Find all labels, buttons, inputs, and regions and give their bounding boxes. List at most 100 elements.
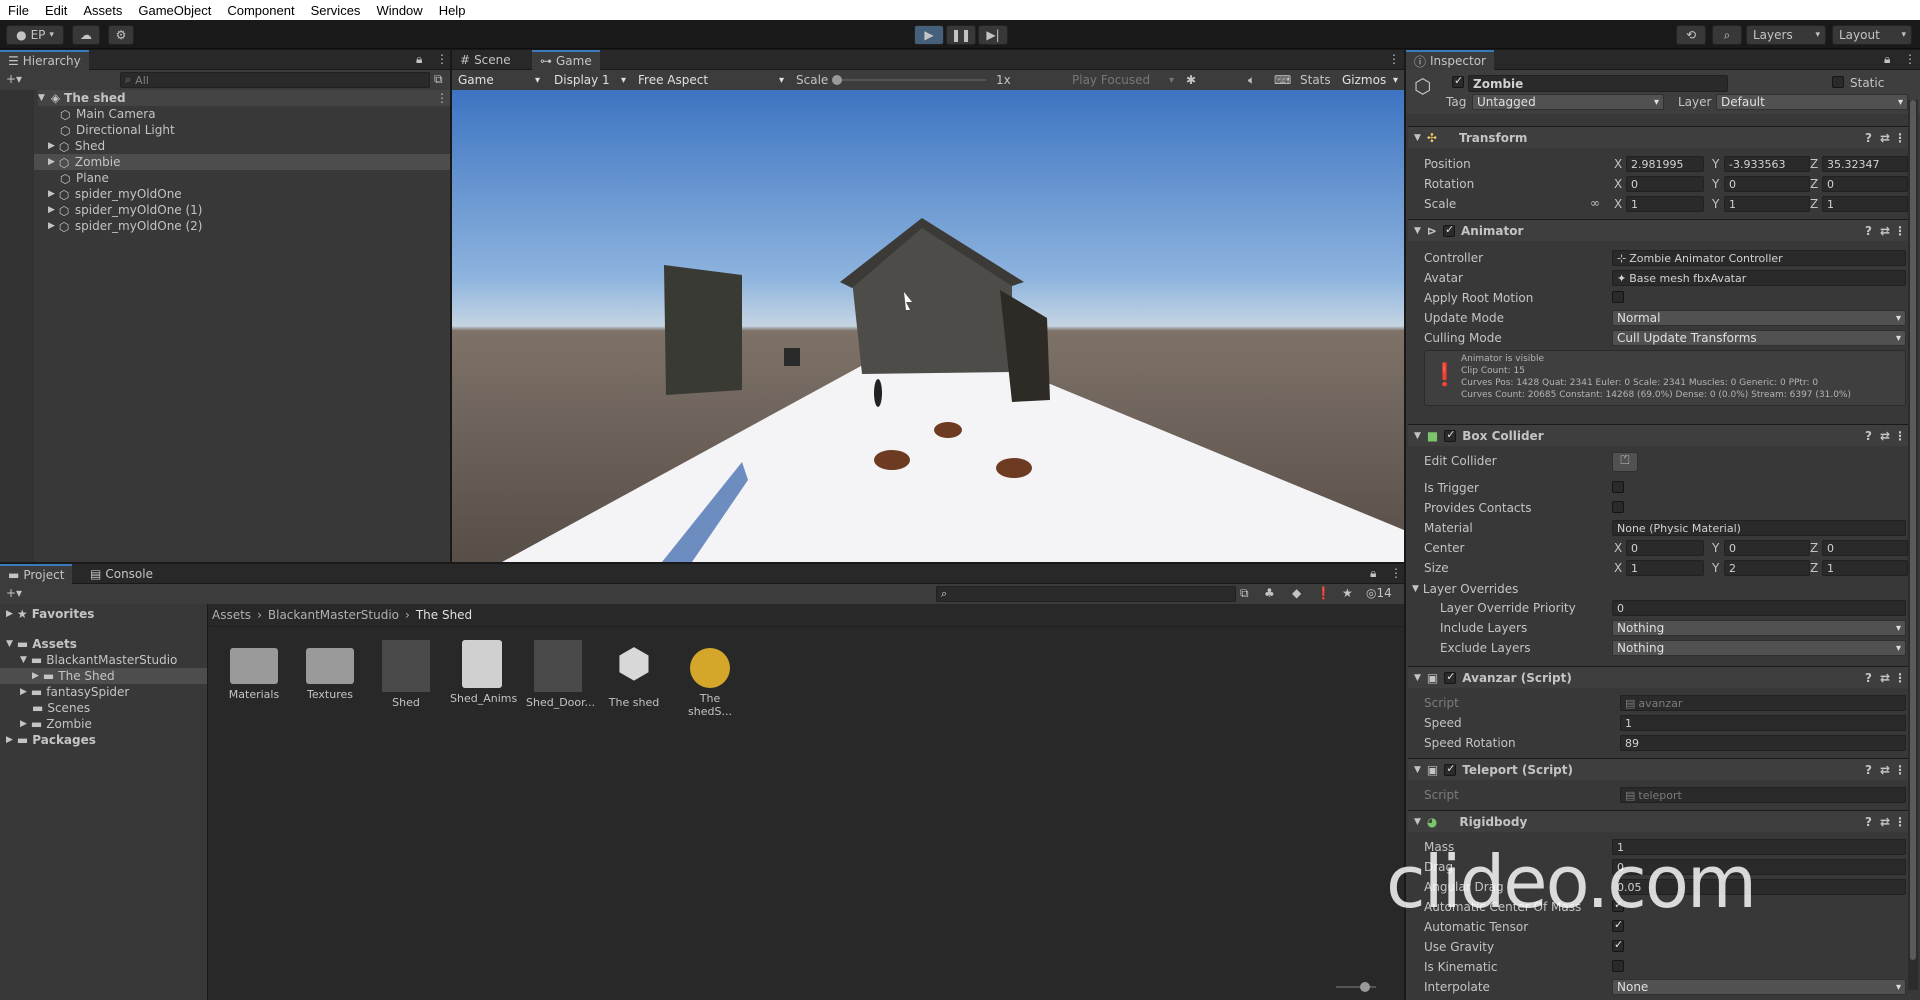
menu-file[interactable]: File — [0, 3, 37, 18]
asset-item[interactable]: Shed — [374, 640, 438, 709]
edit-collider-button[interactable]: ⏍ — [1612, 452, 1638, 472]
history-icon[interactable]: ⟲ — [1676, 25, 1706, 45]
keyboard-icon[interactable]: ⌨ — [1274, 73, 1291, 87]
assets-row[interactable]: ▼ ▬ Assets — [6, 636, 77, 652]
hidden-count[interactable]: ◎14 — [1366, 586, 1392, 600]
more-icon[interactable]: ⋮ — [1894, 671, 1906, 685]
scrollbar-thumb[interactable] — [1910, 100, 1916, 960]
scale-slider-handle[interactable] — [832, 75, 842, 85]
center-z-field[interactable]: 0 — [1822, 540, 1908, 556]
pause-button[interactable]: ❚❚ — [946, 25, 976, 45]
preset-icon[interactable]: ⇄ — [1880, 763, 1890, 777]
tab-project[interactable]: ▬ Project — [0, 564, 73, 584]
label-icon[interactable]: ◆ — [1292, 586, 1301, 600]
help-icon[interactable]: ? — [1865, 224, 1872, 238]
apply-root-motion-checkbox[interactable] — [1612, 291, 1624, 306]
preset-icon[interactable]: ⇄ — [1880, 815, 1890, 829]
component-enabled-toggle[interactable] — [1442, 223, 1455, 237]
avanzar-header[interactable]: ▼▣Avanzar (Script)?⇄⋮ — [1408, 666, 1912, 688]
help-icon[interactable]: ? — [1865, 131, 1872, 145]
component-enabled-toggle[interactable] — [1444, 428, 1457, 442]
packages-row[interactable]: ▶ ▬ Packages — [6, 732, 96, 748]
tree-item[interactable]: ▬ Scenes — [32, 700, 90, 716]
menu-services[interactable]: Services — [303, 3, 369, 18]
menu-window[interactable]: Window — [368, 3, 430, 18]
hierarchy-item[interactable]: ▶ ⬡ spider_myOldOne (2) — [48, 218, 203, 234]
animator-header[interactable]: ▼⊳Animator?⇄⋮ — [1408, 219, 1912, 241]
stats-button[interactable]: Stats — [1300, 73, 1331, 87]
tree-item-selected[interactable]: ▶ ▬ The Shed — [0, 668, 207, 684]
speed-field[interactable]: 1 — [1620, 715, 1906, 731]
play-button[interactable]: ▶ — [914, 25, 944, 45]
breadcrumb-item[interactable]: BlackantMasterStudio — [268, 608, 399, 622]
asset-item[interactable]: ⬢ The shed — [602, 640, 666, 709]
active-toggle[interactable] — [1452, 74, 1464, 91]
priority-field[interactable]: 0 — [1612, 600, 1906, 616]
hierarchy-item[interactable]: ▶ ⬡ spider_myOldOne — [48, 186, 182, 202]
layers-dropdown[interactable]: Layers ▾ — [1746, 25, 1826, 45]
bug-icon[interactable]: ✱ — [1186, 73, 1196, 87]
tab-console[interactable]: ▤ Console — [82, 564, 161, 584]
speed-rotation-field[interactable]: 89 — [1620, 735, 1906, 751]
avatar-field[interactable]: ✦ Base mesh fbxAvatar — [1612, 270, 1906, 286]
rotation-x-field[interactable]: 0 — [1626, 176, 1704, 192]
position-x-field[interactable]: 2.981995 — [1626, 156, 1704, 172]
is-trigger-checkbox[interactable] — [1612, 481, 1624, 496]
hierarchy-search-input[interactable]: ⌕ All — [120, 72, 430, 88]
preset-icon[interactable]: ⇄ — [1880, 131, 1890, 145]
layer-dropdown[interactable]: Default — [1716, 94, 1908, 110]
controller-field[interactable]: ⊹ Zombie Animator Controller — [1612, 250, 1906, 266]
position-y-field[interactable]: -3.933563 — [1724, 156, 1810, 172]
more-icon[interactable]: ⋮ — [436, 52, 448, 66]
menu-assets[interactable]: Assets — [75, 3, 130, 18]
preset-icon[interactable]: ⇄ — [1880, 429, 1890, 443]
gizmos-dropdown[interactable]: Gizmos — [1338, 72, 1402, 88]
lock-icon[interactable]: 🔒︎ — [416, 52, 422, 67]
layer-overrides-foldout[interactable]: ▼ Layer Overrides — [1412, 581, 1518, 597]
scene-row[interactable]: ▼ ◈ The shed — [38, 90, 450, 106]
filter-icon[interactable]: ♣ — [1264, 586, 1275, 600]
size-z-field[interactable]: 1 — [1822, 560, 1908, 576]
hierarchy-item[interactable]: ⬡ Directional Light — [60, 122, 175, 138]
help-icon[interactable]: ? — [1865, 429, 1872, 443]
asset-item[interactable]: Materials — [222, 640, 286, 701]
play-mode-dropdown[interactable]: Play Focused — [1068, 72, 1178, 88]
use-gravity-checkbox[interactable] — [1612, 938, 1624, 955]
size-y-field[interactable]: 2 — [1724, 560, 1810, 576]
asset-item[interactable]: Shed_Door... — [526, 640, 595, 709]
more-icon[interactable]: ⋮ — [1894, 131, 1906, 145]
more-icon[interactable]: ⋮ — [1390, 566, 1402, 580]
project-search-input[interactable]: ⌕ — [936, 586, 1236, 602]
help-icon[interactable]: ? — [1865, 763, 1872, 777]
scale-y-field[interactable]: 1 — [1724, 196, 1810, 212]
scale-slider[interactable] — [836, 79, 986, 81]
search-icon[interactable]: ⌕ — [1712, 25, 1742, 45]
tree-item[interactable]: ▶ ▬ fantasySpider — [20, 684, 129, 700]
scene-more-icon[interactable]: ⋮ — [436, 91, 448, 105]
favorites-row[interactable]: ▶ ★ Favorites — [6, 606, 94, 622]
box-collider-header[interactable]: ▼■Box Collider?⇄⋮ — [1408, 424, 1912, 446]
hierarchy-item[interactable]: ⬡ Plane — [60, 170, 109, 186]
preset-icon[interactable]: ⇄ — [1880, 224, 1890, 238]
position-z-field[interactable]: 35.32347 — [1822, 156, 1908, 172]
update-mode-dropdown[interactable]: Normal — [1612, 310, 1906, 326]
game-viewport[interactable] — [452, 90, 1404, 562]
search-by-type-icon[interactable]: ⧉ — [1240, 586, 1249, 601]
center-x-field[interactable]: 0 — [1626, 540, 1704, 556]
more-icon[interactable]: ⋮ — [1904, 52, 1916, 66]
icon-size-slider-handle[interactable] — [1360, 982, 1370, 992]
aspect-dropdown[interactable]: Free Aspect — [634, 72, 788, 88]
audio-icon[interactable]: 🔈︎ — [1248, 73, 1255, 88]
rotation-y-field[interactable]: 0 — [1724, 176, 1810, 192]
inspector-scrollbar[interactable] — [1908, 100, 1918, 990]
help-icon[interactable]: ? — [1865, 815, 1872, 829]
object-name-field[interactable]: Zombie — [1468, 75, 1728, 92]
hierarchy-item[interactable]: ▶ ⬡ Shed — [48, 138, 105, 154]
culling-mode-dropdown[interactable]: Cull Update Transforms — [1612, 330, 1906, 346]
center-y-field[interactable]: 0 — [1724, 540, 1810, 556]
collab-icon[interactable]: ⚙ — [108, 25, 134, 45]
add-icon[interactable]: +▾ — [6, 72, 22, 86]
asset-item[interactable]: The shedS... — [678, 640, 742, 718]
breadcrumb-item[interactable]: Assets — [212, 608, 251, 622]
interpolate-dropdown[interactable]: None — [1612, 979, 1906, 995]
